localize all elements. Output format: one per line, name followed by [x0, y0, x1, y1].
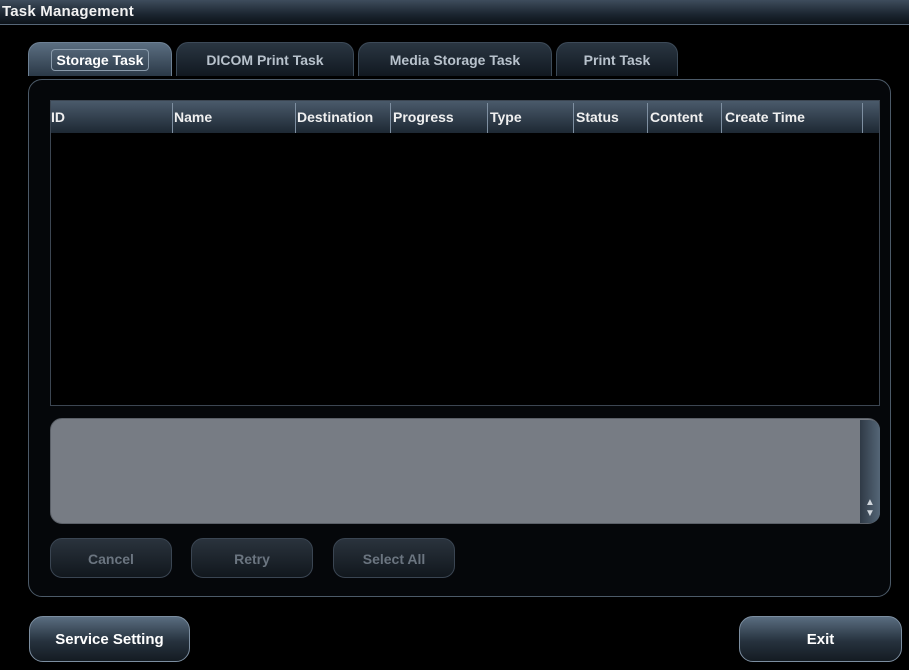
column-divider[interactable] — [295, 103, 296, 133]
tab-label: Print Task — [583, 52, 651, 68]
tab-dicom-print-task[interactable]: DICOM Print Task — [176, 42, 354, 76]
task-table[interactable]: ID Name Destination Progress Type Status… — [50, 100, 880, 406]
scroll-arrows-icon[interactable]: ▲ ▼ — [863, 497, 877, 521]
column-header-content[interactable]: Content — [650, 101, 703, 133]
column-header-status[interactable]: Status — [576, 101, 619, 133]
column-divider[interactable] — [573, 103, 574, 133]
column-header-type[interactable]: Type — [490, 101, 522, 133]
cancel-button[interactable]: Cancel — [50, 538, 172, 578]
column-divider[interactable] — [647, 103, 648, 133]
column-divider[interactable] — [862, 103, 863, 133]
column-header-create-time[interactable]: Create Time — [725, 101, 805, 133]
tab-storage-task[interactable]: Storage Task — [28, 42, 172, 76]
select-all-button[interactable]: Select All — [333, 538, 455, 578]
retry-button[interactable]: Retry — [191, 538, 313, 578]
column-divider[interactable] — [172, 103, 173, 133]
tab-label: Storage Task — [50, 49, 150, 71]
tab-label: DICOM Print Task — [206, 52, 324, 68]
table-header: ID Name Destination Progress Type Status… — [51, 101, 879, 133]
tab-label: Media Storage Task — [389, 52, 521, 68]
column-header-id[interactable]: ID — [51, 101, 65, 133]
tab-print-task[interactable]: Print Task — [556, 42, 678, 76]
column-divider[interactable] — [487, 103, 488, 133]
tab-media-storage-task[interactable]: Media Storage Task — [358, 42, 552, 76]
title-bar: Task Management — [0, 0, 909, 25]
window-title: Task Management — [2, 3, 134, 20]
column-divider[interactable] — [721, 103, 722, 133]
detail-scrollbar[interactable]: ▲ ▼ — [860, 420, 880, 523]
column-header-name[interactable]: Name — [174, 101, 212, 133]
column-header-progress[interactable]: Progress — [393, 101, 454, 133]
task-detail-box[interactable] — [50, 418, 880, 524]
column-divider[interactable] — [390, 103, 391, 133]
service-setting-button[interactable]: Service Setting — [29, 616, 190, 662]
column-header-destination[interactable]: Destination — [297, 101, 373, 133]
exit-button[interactable]: Exit — [739, 616, 902, 662]
